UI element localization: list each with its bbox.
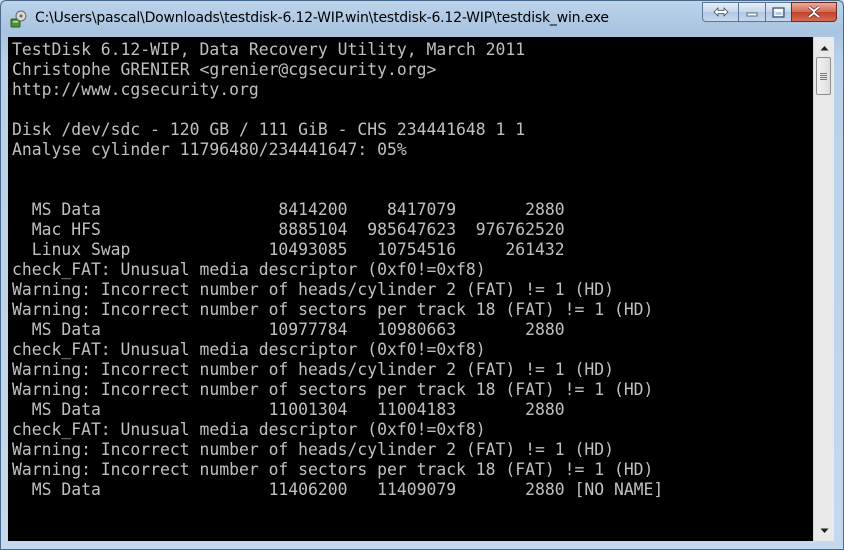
window-title: C:\Users\pascal\Downloads\testdisk-6.12-… xyxy=(35,10,609,26)
console-line: Analyse cylinder 11796480/234441647: 05% xyxy=(12,140,407,159)
title-bar[interactable]: C:\Users\pascal\Downloads\testdisk-6.12-… xyxy=(1,1,843,37)
console-output[interactable]: TestDisk 6.12-WIP, Data Recovery Utility… xyxy=(8,37,813,541)
console-line: MS Data 11406200 11409079 2880 [NO NAME] xyxy=(12,480,664,499)
scroll-down-arrow-icon xyxy=(820,528,828,533)
console-line: MS Data 11001304 11004183 2880 xyxy=(12,400,565,419)
caption-buttons xyxy=(702,2,837,23)
console-window: C:\Users\pascal\Downloads\testdisk-6.12-… xyxy=(0,0,844,550)
scroll-down-button[interactable] xyxy=(814,522,834,539)
minimize-icon xyxy=(746,12,758,17)
console-line: Warning: Incorrect number of sectors per… xyxy=(12,460,654,479)
console-line: Christophe GRENIER <grenier@cgsecurity.o… xyxy=(12,60,437,79)
testdisk-app-icon[interactable] xyxy=(10,10,28,28)
console-text: TestDisk 6.12-WIP, Data Recovery Utility… xyxy=(8,37,813,500)
console-line: Warning: Incorrect number of heads/cylin… xyxy=(12,360,614,379)
console-line: Linux Swap 10493085 10754516 261432 xyxy=(12,240,565,259)
console-line: MS Data 8414200 8417079 2880 xyxy=(12,200,565,219)
console-line: Warning: Incorrect number of sectors per… xyxy=(12,300,654,319)
maximize-icon xyxy=(772,6,785,18)
close-icon xyxy=(808,6,820,18)
console-line: Disk /dev/sdc - 120 GB / 111 GiB - CHS 2… xyxy=(12,120,526,139)
console-line: TestDisk 6.12-WIP, Data Recovery Utility… xyxy=(12,40,526,59)
console-line: MS Data 10977784 10980663 2880 xyxy=(12,320,565,339)
minimize-button[interactable] xyxy=(738,2,765,22)
console-line: Warning: Incorrect number of heads/cylin… xyxy=(12,440,614,459)
console-line: check_FAT: Unusual media descriptor (0xf… xyxy=(12,420,486,439)
scroll-up-arrow-icon xyxy=(820,45,828,50)
console-line: check_FAT: Unusual media descriptor (0xf… xyxy=(12,340,486,359)
console-line: check_FAT: Unusual media descriptor (0xf… xyxy=(12,260,486,279)
swap-button[interactable] xyxy=(702,2,738,22)
scroll-thumb[interactable] xyxy=(816,57,831,95)
console-line: Mac HFS 8885104 985647623 976762520 xyxy=(12,220,565,239)
console-line: Warning: Incorrect number of heads/cylin… xyxy=(12,280,614,299)
scroll-up-button[interactable] xyxy=(814,39,834,56)
console-line: Warning: Incorrect number of sectors per… xyxy=(12,380,654,399)
close-button[interactable] xyxy=(791,2,837,22)
swap-arrows-icon xyxy=(712,7,729,17)
console-line: http://www.cgsecurity.org xyxy=(12,80,259,99)
vertical-scrollbar[interactable] xyxy=(813,37,834,541)
maximize-button[interactable] xyxy=(765,2,791,22)
